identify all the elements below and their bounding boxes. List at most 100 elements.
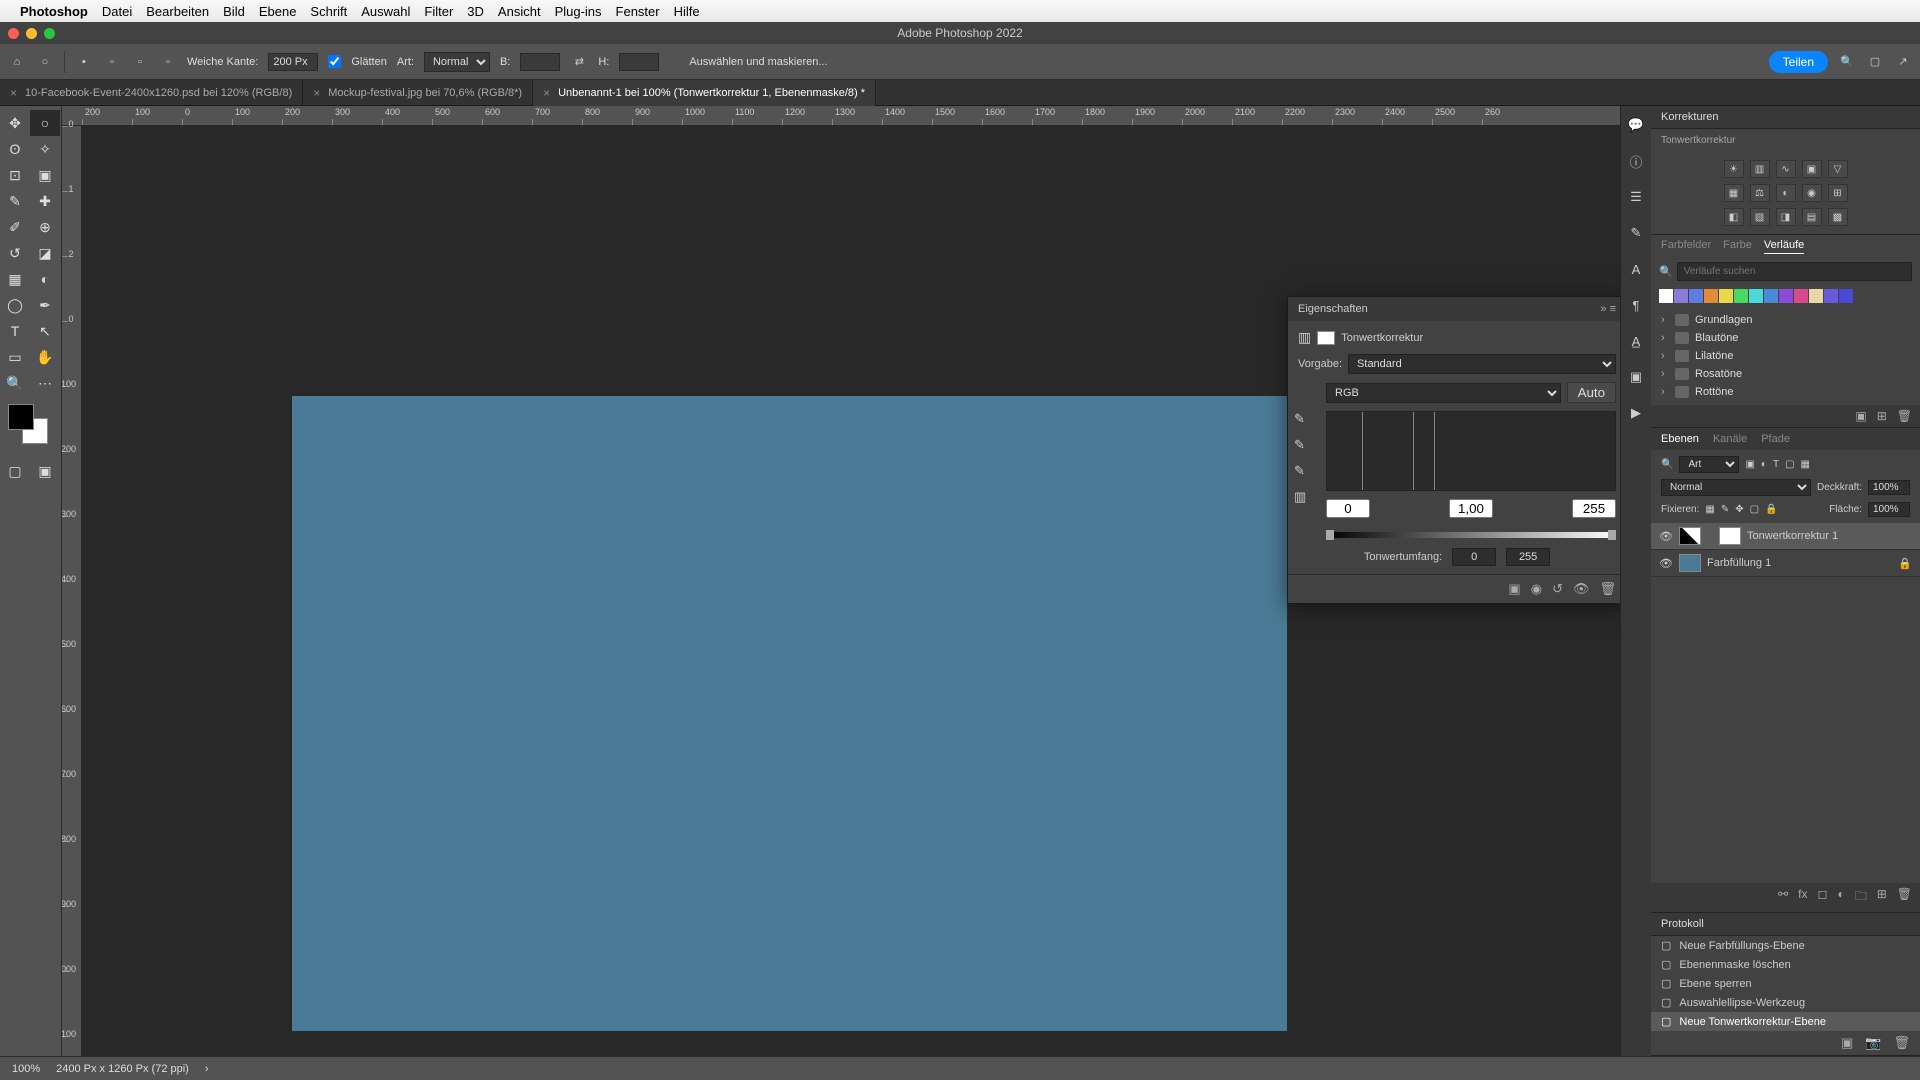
minimize-window-icon[interactable] [26,28,37,39]
gradient-folder[interactable]: Rosatöne [1651,365,1920,383]
lock-move-icon[interactable]: ✥ [1735,504,1743,515]
lasso-tool-icon[interactable]: ʘ [0,136,30,162]
paragraph-icon[interactable]: ¶ [1627,296,1645,314]
history-state[interactable]: ▢Auswahlellipse-Werkzeug [1651,993,1920,1012]
gradient-swatch[interactable] [1704,289,1718,303]
gradients-tab[interactable]: Verläufe [1764,239,1804,254]
gradient-swatch[interactable] [1659,289,1673,303]
workspace-icon[interactable]: ▢ [1866,53,1884,71]
fill-input[interactable] [1868,502,1910,517]
zoom-level[interactable]: 100% [12,1063,40,1075]
gradient-folder[interactable]: Lilatöne [1651,347,1920,365]
close-tab-icon[interactable]: × [543,86,550,100]
new-layer-icon[interactable]: ⊞ [1877,887,1887,908]
delete-state-icon[interactable]: 🗑 [1893,1035,1910,1051]
view-previous-icon[interactable]: 👁 [1573,581,1590,597]
gradient-swatch[interactable] [1764,289,1778,303]
gradient-swatch[interactable] [1809,289,1823,303]
menu-filter[interactable]: Filter [424,4,453,19]
pen-tool-icon[interactable]: ✒ [30,292,60,318]
new-folder-icon[interactable]: ⊞ [1877,409,1887,423]
tab-doc-1[interactable]: × 10-Facebook-Event-2400x1260.psd bei 12… [0,80,303,106]
menu-bearbeiten[interactable]: Bearbeiten [146,4,209,19]
status-more-icon[interactable]: › [205,1063,209,1075]
select-and-mask-button[interactable]: Auswählen und maskieren... [689,56,827,68]
channelmixer-adj-icon[interactable]: ⊞ [1828,184,1848,202]
filter-shape-icon[interactable]: ▢ [1785,459,1794,470]
output-white-field[interactable] [1506,548,1550,566]
move-tool-icon[interactable]: ✥ [0,110,30,136]
gradient-swatch[interactable] [1839,289,1853,303]
output-slider[interactable] [1326,532,1616,538]
gradient-swatch[interactable] [1779,289,1793,303]
marquee-ellipse-tool-icon[interactable]: ○ [30,110,60,136]
threshold-adj-icon[interactable]: ◨ [1776,208,1796,226]
gradient-swatch[interactable] [1824,289,1838,303]
photofilter-adj-icon[interactable]: ◉ [1802,184,1822,202]
glyphs-icon[interactable]: A̲ [1627,332,1645,350]
filter-smart-icon[interactable]: ▦ [1801,459,1810,470]
crop-tool-icon[interactable]: ⊡ [0,162,30,188]
filter-image-icon[interactable]: ▣ [1745,459,1754,470]
filter-adjust-icon[interactable]: ◐ [1761,459,1767,470]
zoom-tool-icon[interactable]: 🔍 [0,370,30,396]
wand-tool-icon[interactable]: ✧ [30,136,60,162]
menu-ansicht[interactable]: Ansicht [498,4,541,19]
stamp-tool-icon[interactable]: ⊕ [30,214,60,240]
healing-tool-icon[interactable]: ✚ [30,188,60,214]
export-icon[interactable]: ↗ [1894,53,1912,71]
history-state[interactable]: ▢Neue Tonwertkorrektur-Ebene [1651,1012,1920,1031]
delete-preset-icon[interactable]: 🗑 [1897,409,1912,423]
input-gamma-field[interactable] [1449,499,1493,518]
artboard[interactable] [292,396,1287,1031]
menu-fenster[interactable]: Fenster [616,4,660,19]
colorbalance-adj-icon[interactable]: ⚖ [1750,184,1770,202]
preset-select[interactable]: Standard [1348,354,1616,374]
lock-all-icon[interactable]: 🔒 [1765,504,1777,515]
group-icon[interactable]: 🗀 [1855,887,1867,908]
lock-artboard-icon[interactable]: ▢ [1750,504,1759,515]
swap-wh-icon[interactable]: ⇄ [570,53,588,71]
app-name[interactable]: Photoshop [20,4,88,19]
gradient-folder[interactable]: Grundlagen [1651,311,1920,329]
search-icon[interactable]: 🔍 [1838,53,1856,71]
gradient-search-input[interactable] [1677,262,1912,281]
close-tab-icon[interactable]: × [313,86,320,100]
more-tools-icon[interactable]: ⋯ [30,370,60,396]
layer-filter-select[interactable]: Art [1679,456,1739,473]
snapshot-icon[interactable]: ▣ [1841,1035,1853,1051]
menu-ebene[interactable]: Ebene [259,4,297,19]
delete-adjustment-icon[interactable]: 🗑 [1599,581,1616,597]
character-icon[interactable]: A [1627,260,1645,278]
menu-auswahl[interactable]: Auswahl [361,4,410,19]
history-state[interactable]: ▢Neue Farbfüllungs-Ebene [1651,936,1920,955]
new-snapshot-icon[interactable]: 📷 [1865,1035,1881,1051]
input-black-field[interactable] [1326,499,1370,518]
save-preset-icon[interactable]: ▣ [1855,409,1866,423]
opacity-input[interactable] [1868,480,1910,495]
histogram[interactable] [1326,411,1616,491]
blend-mode-select[interactable]: Normal [1661,479,1811,496]
toggle-visibility-icon[interactable]: ◉ [1531,581,1542,597]
close-window-icon[interactable] [8,28,19,39]
visibility-icon[interactable]: 👁 [1659,557,1673,570]
marquee-tool-icon[interactable]: ○ [36,53,54,71]
width-input[interactable] [520,53,560,71]
style-select[interactable]: Normal [424,52,490,72]
shape-tool-icon[interactable]: ▭ [0,344,30,370]
layer-row[interactable]: 👁Farbfüllung 1🔒 [1651,550,1920,577]
selective-adj-icon[interactable]: ▩ [1828,208,1848,226]
add-selection-icon[interactable]: ▫ [103,53,121,71]
levels-adj-icon[interactable]: ▥ [1750,160,1770,178]
menu-datei[interactable]: Datei [102,4,132,19]
info-icon[interactable]: ⓘ [1627,152,1645,170]
feather-input[interactable] [268,53,318,71]
gradient-tool-icon[interactable]: ▦ [0,266,30,292]
eyedropper-gray-icon[interactable]: ✎ [1294,437,1306,453]
gradient-swatch[interactable] [1749,289,1763,303]
lock-pixels-icon[interactable]: ▦ [1705,504,1714,515]
tab-doc-2[interactable]: × Mockup-festival.jpg bei 70,6% (RGB/8*) [303,80,533,106]
eyedropper-black-icon[interactable]: ✎ [1294,411,1306,427]
history-state[interactable]: ▢Ebene sperren [1651,974,1920,993]
eyedropper-tool-icon[interactable]: ✎ [0,188,30,214]
